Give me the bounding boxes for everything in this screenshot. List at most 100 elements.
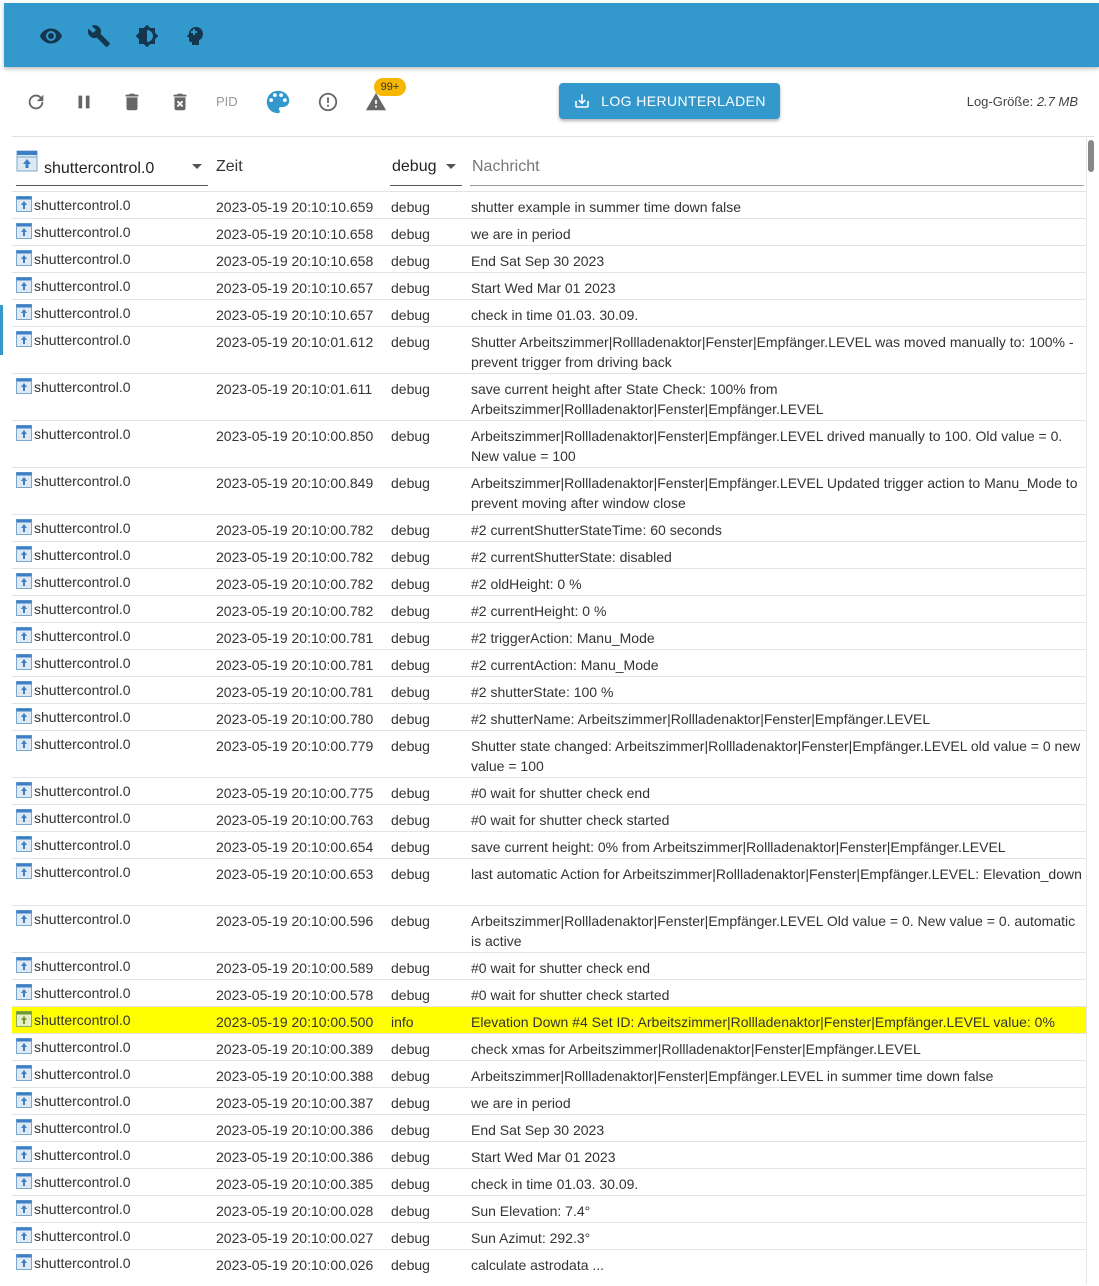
row-severity: debug	[391, 381, 430, 397]
table-row[interactable]: shuttercontrol.0 2023-05-19 20:10:00.781 d…	[12, 676, 1086, 703]
row-severity: debug	[391, 576, 430, 592]
row-time: 2023-05-19 20:10:10.657	[216, 307, 374, 323]
table-row[interactable]: shuttercontrol.0 2023-05-19 20:10:00.782 d…	[12, 514, 1086, 541]
adapter-icon	[16, 304, 32, 320]
row-source: shuttercontrol.0	[16, 808, 131, 828]
table-row[interactable]: shuttercontrol.0 2023-05-19 20:10:00.782 d…	[12, 568, 1086, 595]
row-source: shuttercontrol.0	[16, 1064, 131, 1084]
adapter-icon	[16, 1173, 32, 1189]
row-time: 2023-05-19 20:10:00.781	[216, 657, 374, 673]
row-source: shuttercontrol.0	[16, 276, 131, 296]
table-row[interactable]: shuttercontrol.0 2023-05-19 20:10:00.780 d…	[12, 703, 1086, 730]
row-source: shuttercontrol.0	[16, 249, 131, 269]
table-row[interactable]: shuttercontrol.0 2023-05-19 20:10:00.850 d…	[12, 420, 1086, 467]
table-row[interactable]: shuttercontrol.0 2023-05-19 20:10:00.578 d…	[12, 979, 1086, 1006]
adapter-icon	[16, 708, 32, 724]
table-row[interactable]: shuttercontrol.0 2023-05-19 20:10:00.653 d…	[12, 858, 1086, 905]
row-source-label: shuttercontrol.0	[34, 1255, 131, 1271]
table-row[interactable]: shuttercontrol.0 2023-05-19 20:10:00.775 d…	[12, 777, 1086, 804]
message-filter-input[interactable]: Nachricht	[470, 148, 1084, 186]
delete-icon[interactable]	[120, 90, 144, 114]
table-row[interactable]: shuttercontrol.0 2023-05-19 20:10:00.596 d…	[12, 905, 1086, 952]
table-row[interactable]: shuttercontrol.0 2023-05-19 20:10:00.763 d…	[12, 804, 1086, 831]
severity-filter-value: debug	[392, 158, 437, 175]
table-row[interactable]: shuttercontrol.0 2023-05-19 20:10:00.589 d…	[12, 952, 1086, 979]
row-source-label: shuttercontrol.0	[34, 1012, 131, 1028]
table-row[interactable]: shuttercontrol.0 2023-05-19 20:10:00.385 d…	[12, 1168, 1086, 1195]
adapter-icon	[16, 654, 32, 670]
adapter-filter-select[interactable]: shuttercontrol.0	[16, 148, 208, 186]
adapter-icon	[16, 331, 32, 347]
scrollbar-track[interactable]	[1086, 136, 1096, 1284]
eye-icon[interactable]	[38, 23, 64, 49]
table-row[interactable]: shuttercontrol.0 2023-05-19 20:10:00.781 d…	[12, 622, 1086, 649]
row-source: shuttercontrol.0	[16, 626, 131, 646]
row-severity: debug	[391, 226, 430, 242]
row-message: Shutter Arbeitszimmer|Rollladenaktor|Fen…	[471, 334, 1074, 370]
table-row[interactable]: shuttercontrol.0 2023-05-19 20:10:00.027 d…	[12, 1222, 1086, 1249]
table-row[interactable]: shuttercontrol.0 2023-05-19 20:10:00.782 d…	[12, 595, 1086, 622]
table-row[interactable]: shuttercontrol.0 2023-05-19 20:10:01.612 d…	[12, 326, 1086, 373]
row-message: Arbeitszimmer|Rollladenaktor|Fenster|Emp…	[471, 1068, 994, 1084]
row-source-label: shuttercontrol.0	[34, 783, 131, 799]
table-row[interactable]: shuttercontrol.0 2023-05-19 20:10:00.386 d…	[12, 1141, 1086, 1168]
adapter-icon	[16, 863, 32, 879]
table-row[interactable]: shuttercontrol.0 2023-05-19 20:10:00.654 d…	[12, 831, 1086, 858]
row-source-label: shuttercontrol.0	[34, 224, 131, 240]
adapter-icon	[16, 250, 32, 266]
table-row[interactable]: shuttercontrol.0 2023-05-19 20:10:00.386 d…	[12, 1114, 1086, 1141]
table-row[interactable]: shuttercontrol.0 2023-05-19 20:10:00.849 d…	[12, 467, 1086, 514]
table-row[interactable]: shuttercontrol.0 2023-05-19 20:10:00.389 d…	[12, 1033, 1086, 1060]
table-row[interactable]: shuttercontrol.0 2023-05-19 20:10:00.500 i…	[12, 1006, 1086, 1033]
log-size-value: 2.7 MB	[1036, 94, 1078, 109]
table-row[interactable]: shuttercontrol.0 2023-05-19 20:10:10.658 d…	[12, 218, 1086, 245]
severity-filter-select[interactable]: debug	[390, 148, 462, 186]
table-row[interactable]: shuttercontrol.0 2023-05-19 20:10:10.658 d…	[12, 245, 1086, 272]
table-row[interactable]: shuttercontrol.0 2023-05-19 20:10:00.388 d…	[12, 1060, 1086, 1087]
row-message: #2 triggerAction: Manu_Mode	[471, 630, 655, 646]
row-severity: debug	[391, 334, 430, 350]
brightness-icon[interactable]	[134, 23, 160, 49]
adapter-icon	[16, 1119, 32, 1135]
table-row[interactable]: shuttercontrol.0 2023-05-19 20:10:00.028 d…	[12, 1195, 1086, 1222]
download-log-button[interactable]: LOG HERUNTERLADEN	[559, 83, 780, 119]
row-time: 2023-05-19 20:10:00.779	[216, 738, 374, 754]
pause-icon[interactable]	[72, 90, 96, 114]
table-row[interactable]: shuttercontrol.0 2023-05-19 20:10:00.026 d…	[12, 1249, 1086, 1276]
delete-all-icon[interactable]	[168, 90, 192, 114]
table-row[interactable]: shuttercontrol.0 2023-05-19 20:10:00.781 d…	[12, 649, 1086, 676]
row-time: 2023-05-19 20:10:10.658	[216, 253, 374, 269]
palette-icon[interactable]	[262, 86, 294, 118]
table-row[interactable]: shuttercontrol.0 2023-05-19 20:10:10.657 d…	[12, 299, 1086, 326]
row-source-label: shuttercontrol.0	[34, 985, 131, 1001]
table-row[interactable]: shuttercontrol.0 2023-05-19 20:10:01.611 d…	[12, 373, 1086, 420]
table-row[interactable]: shuttercontrol.0 2023-05-19 20:10:10.659 d…	[12, 191, 1086, 218]
adapter-icon	[16, 519, 32, 535]
row-source: shuttercontrol.0	[16, 572, 131, 592]
adapter-icon	[16, 196, 32, 212]
table-row[interactable]: shuttercontrol.0 2023-05-19 20:10:00.782 d…	[12, 541, 1086, 568]
error-icon[interactable]	[316, 90, 340, 114]
row-source: shuttercontrol.0	[16, 1037, 131, 1057]
scrollbar-thumb[interactable]	[1088, 140, 1094, 172]
table-row[interactable]: shuttercontrol.0 2023-05-19 20:10:10.657 d…	[12, 272, 1086, 299]
adapter-icon	[16, 1038, 32, 1054]
adapter-icon	[16, 425, 32, 441]
row-source-label: shuttercontrol.0	[34, 197, 131, 213]
row-message: #0 wait for shutter check end	[471, 785, 650, 801]
row-message: check xmas for Arbeitszimmer|Rollladenak…	[471, 1041, 921, 1057]
row-time: 2023-05-19 20:10:00.781	[216, 684, 374, 700]
row-source: shuttercontrol.0	[16, 1172, 131, 1192]
row-source-label: shuttercontrol.0	[34, 1120, 131, 1136]
head-icon[interactable]	[182, 23, 208, 49]
table-row[interactable]: shuttercontrol.0 2023-05-19 20:10:00.387 d…	[12, 1087, 1086, 1114]
adapter-icon	[16, 782, 32, 798]
row-source: shuttercontrol.0	[16, 518, 131, 538]
row-time: 2023-05-19 20:10:00.653	[216, 866, 374, 882]
table-row[interactable]: shuttercontrol.0 2023-05-19 20:10:00.779 d…	[12, 730, 1086, 777]
pid-toggle[interactable]: PID	[216, 94, 238, 109]
wrench-icon[interactable]	[86, 23, 112, 49]
adapter-icon	[16, 600, 32, 616]
row-time: 2023-05-19 20:10:00.782	[216, 522, 374, 538]
refresh-icon[interactable]	[24, 90, 48, 114]
